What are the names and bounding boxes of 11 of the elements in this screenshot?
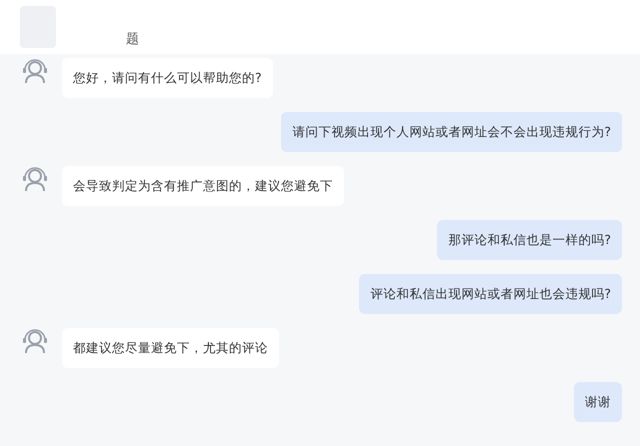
agent-message: 都建议您尽量避免下，尤其的评论 [62,328,279,368]
header-subtitle: 题 [125,31,139,48]
headset-avatar-icon [22,166,48,192]
user-message: 那评论和私信也是一样的吗? [437,220,622,260]
agent-message: 您好，请问有什么可以帮助您的? [62,58,273,98]
user-message: 谢谢 [574,382,622,422]
user-message: 请问下视频出现个人网站或者网址会不会出现违规行为? [281,112,622,152]
headset-avatar-icon [22,58,48,84]
headset-avatar-icon [22,328,48,354]
user-message: 评论和私信出现网站或者网址也会违规吗? [359,274,622,314]
agent-message: 会导致判定为含有推广意图的，建议您避免下 [62,166,344,206]
